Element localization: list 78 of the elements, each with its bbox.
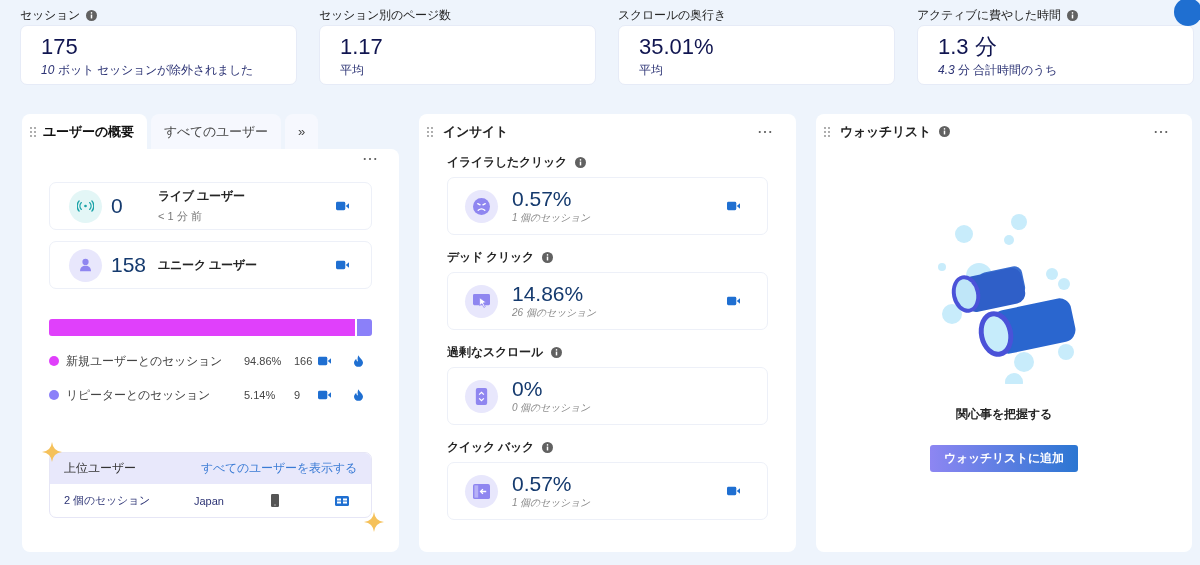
frown-face-icon — [473, 197, 490, 215]
info-icon[interactable] — [1067, 9, 1078, 21]
insight-sessions: 1 個のセッション — [512, 496, 591, 510]
video-camera-icon[interactable] — [336, 260, 349, 270]
scroll-icon — [473, 387, 490, 405]
info-icon[interactable] — [542, 251, 554, 263]
user-stat-label: ユニーク ユーザー — [158, 256, 258, 274]
metric-value: 1.17 — [340, 34, 384, 60]
metric-note: 平均 — [639, 62, 664, 79]
panel-title: インサイト — [443, 122, 508, 141]
tab[interactable]: すべてのユーザー — [151, 114, 281, 149]
sparkle-icon — [42, 442, 62, 462]
legend-percent: 94.86% — [244, 355, 283, 367]
insight-value: 14.86% — [512, 282, 585, 306]
sparkle-icon — [364, 512, 384, 532]
video-camera-icon[interactable] — [336, 201, 349, 211]
phone-icon — [271, 494, 279, 507]
metric-label: セッション — [20, 6, 80, 24]
metric-label: スクロールの奥行き — [618, 6, 726, 24]
insight-title: イライラしたクリック — [447, 153, 567, 171]
broadcast-icon — [77, 199, 94, 213]
metric-note: 10 ボット セッションが除外されました — [41, 62, 255, 79]
insight-sessions: 1 個のセッション — [512, 211, 591, 225]
metric-note: 4.3 分 合計時間のうち — [938, 62, 1059, 79]
video-camera-icon[interactable] — [727, 486, 740, 496]
metric-note: 平均 — [340, 62, 365, 79]
insight-sessions: 0 個のセッション — [512, 401, 591, 415]
view-all-users-link[interactable]: すべてのユーザーを表示する — [201, 460, 357, 477]
add-to-watchlist-button[interactable]: ウォッチリストに追加 — [930, 445, 1078, 472]
drag-handle-icon[interactable] — [30, 126, 36, 137]
info-icon[interactable] — [542, 441, 554, 453]
legend-label: リピーターとのセッション — [66, 386, 211, 404]
person-icon — [77, 258, 94, 272]
top-users-title: 上位ユーザー — [64, 460, 136, 477]
insight-sessions: 26 個のセッション — [512, 306, 596, 320]
more-icon[interactable] — [758, 129, 772, 134]
empty-state-text: 関心事を把握する — [956, 406, 1052, 423]
info-icon[interactable] — [86, 9, 97, 21]
metric-value: 35.01% — [639, 34, 715, 60]
avatar-circle[interactable] — [1174, 0, 1200, 26]
drag-handle-icon[interactable] — [427, 126, 433, 137]
more-icon[interactable] — [363, 157, 377, 161]
info-icon[interactable] — [551, 346, 562, 358]
insight-title: デッド クリック — [447, 248, 535, 266]
insight-value: 0% — [512, 377, 544, 401]
tab[interactable]: » — [285, 114, 319, 149]
insight-value: 0.57% — [512, 187, 573, 211]
more-icon[interactable] — [1154, 129, 1168, 134]
flame-icon[interactable] — [354, 389, 363, 401]
user-count: 0 — [111, 194, 124, 218]
metric-label: セッション別のページ数 — [319, 6, 451, 24]
user-count: 158 — [111, 253, 148, 277]
insight-value: 0.57% — [512, 472, 573, 496]
video-camera-icon[interactable] — [727, 296, 740, 306]
metric-value: 1.3 分 — [938, 34, 998, 60]
panel-title: ウォッチリスト — [840, 122, 931, 141]
legend-count: 9 — [294, 389, 302, 401]
video-camera-icon[interactable] — [318, 390, 331, 400]
tab[interactable]: ユーザーの概要 — [22, 114, 147, 149]
user-stat-time: < 1 分 前 — [158, 209, 203, 224]
flame-icon[interactable] — [354, 355, 363, 367]
legend-percent: 5.14% — [244, 389, 277, 401]
user-stat-label: ライブ ユーザー — [158, 188, 246, 205]
info-icon[interactable] — [939, 126, 950, 137]
info-icon[interactable] — [575, 156, 586, 168]
user-country: Japan — [194, 494, 225, 507]
cursor-screen-icon — [473, 292, 490, 310]
metric-label: アクティブに費やした時間 — [917, 6, 1061, 24]
insight-title: 過剰なスクロール — [447, 343, 543, 361]
video-camera-icon[interactable] — [318, 356, 331, 366]
user-sessions: 2 個のセッション — [64, 493, 152, 508]
legend-count: 166 — [294, 355, 314, 367]
video-camera-icon[interactable] — [727, 201, 740, 211]
insight-title: クイック バック — [447, 438, 535, 456]
legend-label: 新規ユーザーとのセッション — [66, 352, 223, 370]
drag-handle-icon[interactable] — [824, 126, 830, 137]
id-card-icon[interactable] — [335, 495, 349, 506]
metric-value: 175 — [41, 34, 79, 60]
